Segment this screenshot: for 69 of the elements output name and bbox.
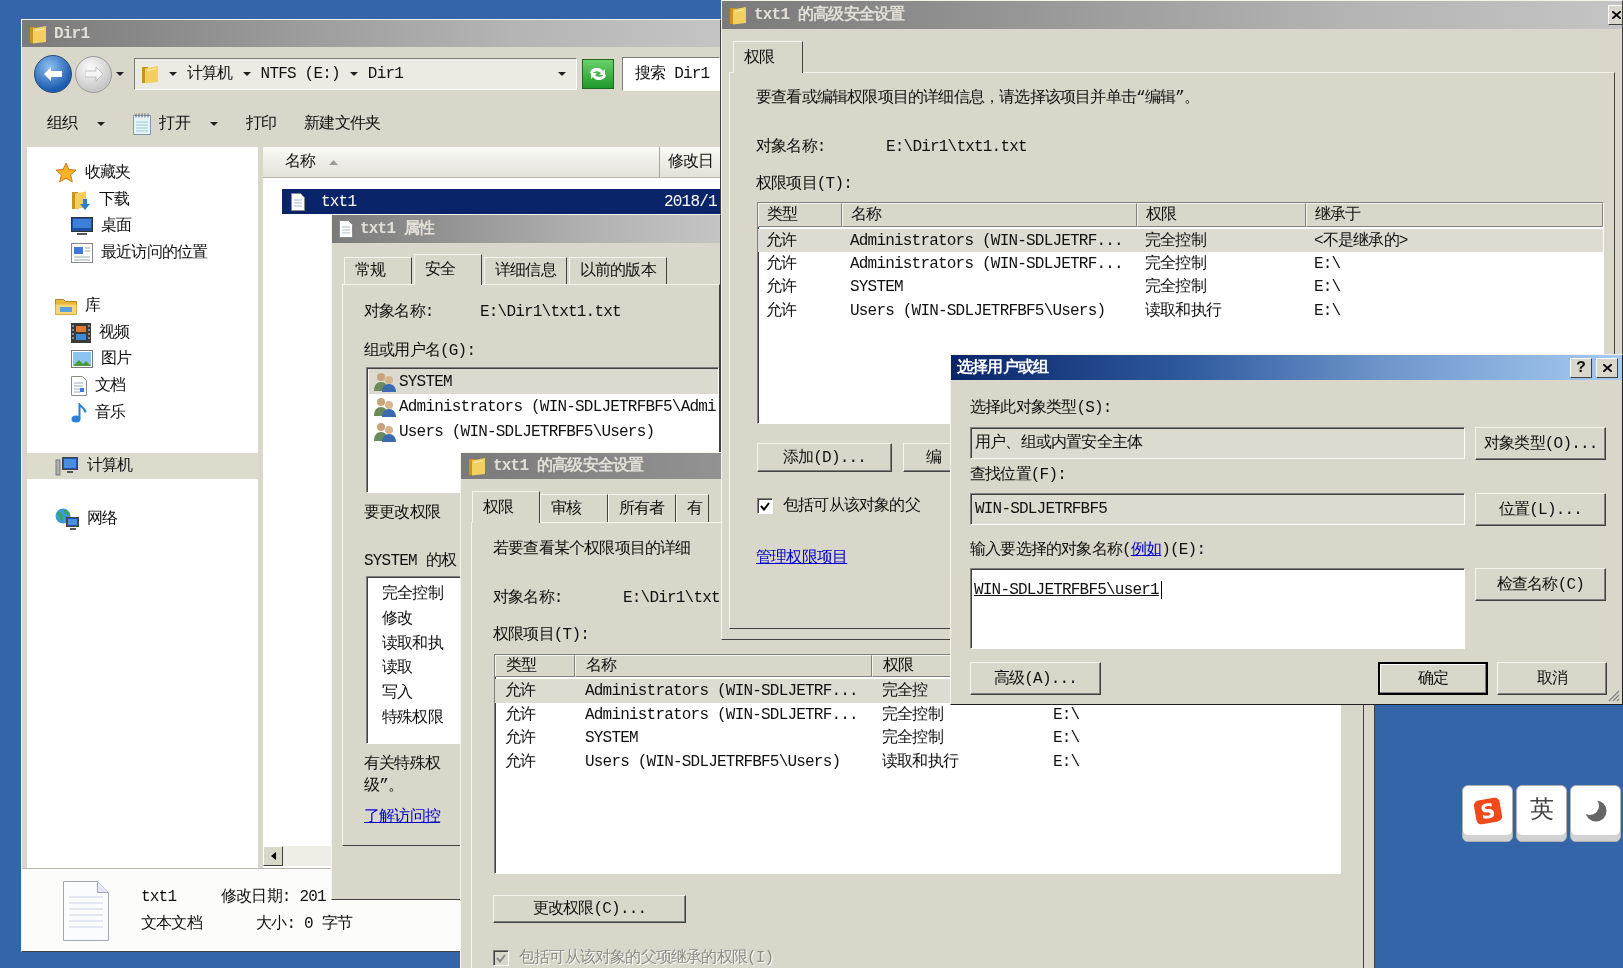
object-name-label: 对象名称: xyxy=(756,137,827,157)
file-name: txt1 xyxy=(141,887,177,907)
table-cell-text: 允许 xyxy=(765,230,798,251)
table-cell-text: E:\ xyxy=(1313,277,1342,298)
table-cell-text: SYSTEM xyxy=(849,277,904,298)
instruction-text: 要查看或编辑权限项目的详细信息，请选择该项目并单击“编辑”。 xyxy=(756,88,1200,108)
field-label: 查找位置(F): xyxy=(970,465,1066,485)
table-cell-text: E:\ xyxy=(1313,254,1342,275)
table-cell-text: SYSTEM xyxy=(584,728,639,749)
table-cell-text: 读取和执行 xyxy=(881,751,960,772)
permission-name: 读取 xyxy=(382,658,413,680)
object-name-value: E:\Dir1\txt xyxy=(623,588,720,608)
table-cell-text: 完全控 xyxy=(881,680,929,701)
table-cell-text: 允许 xyxy=(765,254,798,275)
table-cell-text: <不是继承的> xyxy=(1313,230,1409,251)
object-name-label: 对象名称: xyxy=(364,302,435,322)
window-title: txt1 属性 xyxy=(360,219,435,239)
table-cell-text: 完全控制 xyxy=(881,704,944,725)
table-cell-text: 完全控制 xyxy=(881,728,944,749)
section-label: 权限项目(T): xyxy=(756,174,852,194)
table-cell-text: 完全控制 xyxy=(1144,277,1207,298)
section-label: 权限项目(T): xyxy=(493,625,589,645)
permission-name: 完全控制 xyxy=(382,583,443,605)
permission-name: 读取和执 xyxy=(382,633,443,655)
table-cell-text: 允许 xyxy=(504,728,537,749)
file-date: 2018/1 xyxy=(664,191,717,212)
table-cell-text: E:\ xyxy=(1052,751,1081,772)
window-title: txt1 的高级安全设置 xyxy=(493,456,644,476)
table-cell-text: Users (WIN-SDLJETRFBF5\Users) xyxy=(849,300,1107,321)
table-cell-text: Administrators (WIN-SDLJETRF... xyxy=(584,680,859,701)
hint-text: 级”。 xyxy=(364,776,404,797)
window-title: Dir1 xyxy=(54,23,90,44)
object-name-value: E:\Dir1\txt1.txt xyxy=(886,137,1027,157)
file-name: txt1 xyxy=(321,191,357,212)
table-cell-text: Administrators (WIN-SDLJETRF... xyxy=(584,704,859,725)
permission-name: 修改 xyxy=(382,608,413,630)
letter-logo: S xyxy=(1472,796,1503,825)
table-cell-text: 允许 xyxy=(504,751,537,772)
table-cell-text: 允许 xyxy=(765,300,798,321)
window-title: txt1 的高级安全设置 xyxy=(754,5,905,25)
file-size: 大小: 0 字节 xyxy=(256,914,352,934)
field-label: 输入要选择的对象名称(例如)(E): xyxy=(970,540,1206,560)
table-cell-text: Administrators (WIN-SDLJETRF... xyxy=(849,230,1124,251)
table-cell-text: E:\ xyxy=(1052,704,1081,725)
table-cell-text: 允许 xyxy=(504,704,537,725)
table-cell-text: 完全控制 xyxy=(1144,230,1207,251)
table-cell-text: 允许 xyxy=(765,277,798,298)
checkbox-label: 包括可从该对象的父 xyxy=(783,496,920,516)
table-cell-text: 允许 xyxy=(504,680,537,701)
modified-date: 修改日期: 201 xyxy=(221,887,326,907)
permission-name: 特殊权限 xyxy=(382,708,443,729)
table-cell-text: Administrators (WIN-SDLJETRF... xyxy=(849,254,1124,275)
checkbox-label: 包括可从该对象的父项继承的权限(I) xyxy=(519,948,774,968)
table-cell-text: Users (WIN-SDLJETRFBF5\Users) xyxy=(584,751,842,772)
hint-text: 要更改权限 xyxy=(364,503,440,523)
object-name-label: 对象名称: xyxy=(493,588,564,608)
hint-text: 有关特殊权 xyxy=(364,753,440,775)
table-cell-text: E:\ xyxy=(1313,300,1342,321)
section-label: 组或用户名(G): xyxy=(364,341,476,361)
window-title: 选择用户或组 xyxy=(957,357,1050,378)
table-cell-text: 完全控制 xyxy=(1144,254,1207,275)
table-cell-text: 读取和执行 xyxy=(1144,300,1223,321)
file-type: 文本文档 xyxy=(141,914,202,934)
section-label: SYSTEM 的权 xyxy=(364,551,456,571)
permission-name: 写入 xyxy=(382,683,413,705)
field-label: 选择此对象类型(S): xyxy=(970,398,1112,418)
object-name-value: E:\Dir1\txt1.txt xyxy=(480,302,621,322)
table-cell-text: E:\ xyxy=(1052,728,1081,749)
instruction-text: 若要查看某个权限项目的详细 xyxy=(493,539,691,559)
